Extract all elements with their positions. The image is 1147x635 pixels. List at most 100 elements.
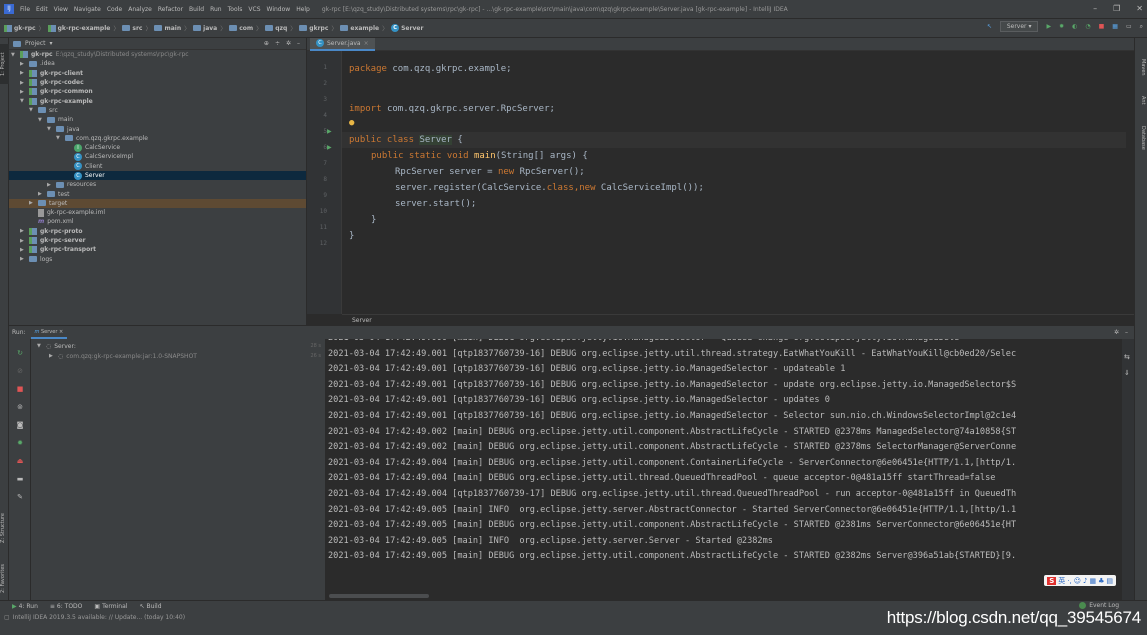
- favorites-tool-tab[interactable]: 2: Favorites: [0, 558, 9, 598]
- run-settings-gear-icon[interactable]: ✲: [1114, 329, 1119, 336]
- tree-item[interactable]: ▼ src: [9, 106, 306, 115]
- filter-icon[interactable]: ⊘: [16, 367, 24, 375]
- tree-item[interactable]: ▶ .idea: [9, 59, 306, 68]
- run-configuration-select[interactable]: Server ▾: [999, 21, 1039, 32]
- tree-item[interactable]: ▶ gk-rpc-codec: [9, 78, 306, 87]
- ime-language[interactable]: 英: [1058, 576, 1065, 586]
- expand-arrow-icon[interactable]: ▶: [20, 80, 26, 86]
- stop-icon[interactable]: ■: [1099, 23, 1105, 30]
- expand-arrow-icon[interactable]: ▶: [20, 70, 26, 76]
- menu-edit[interactable]: Edit: [36, 6, 48, 13]
- expand-arrow-icon[interactable]: ▶: [20, 228, 26, 234]
- locate-icon[interactable]: ⊕: [264, 40, 269, 47]
- debug-icon[interactable]: ✹: [1059, 23, 1064, 30]
- close-tab-icon[interactable]: ×: [364, 40, 369, 47]
- menu-view[interactable]: View: [54, 6, 68, 13]
- breadcrumb-com[interactable]: com: [229, 25, 253, 32]
- breadcrumb-module[interactable]: gk-rpc-example: [47, 24, 110, 32]
- editor-tab-server[interactable]: C Server.java ×: [310, 37, 375, 51]
- menu-build[interactable]: Build: [189, 6, 204, 13]
- bottom-tab-todo[interactable]: ≡ 6: TODO: [50, 603, 83, 610]
- bottom-tab-build[interactable]: ↖ Build: [139, 603, 161, 610]
- bottom-tab-terminal[interactable]: ▣ Terminal: [94, 603, 127, 610]
- layout-icon[interactable]: ▭: [1126, 23, 1132, 30]
- menu-window[interactable]: Window: [267, 6, 291, 13]
- close-icon[interactable]: ✕: [1136, 0, 1143, 18]
- menu-vcs[interactable]: VCS: [248, 6, 260, 13]
- expand-arrow-icon[interactable]: ▼: [29, 107, 35, 113]
- ime-emoji-icon[interactable]: ☺: [1074, 577, 1081, 585]
- breadcrumb-java[interactable]: java: [193, 25, 217, 32]
- breadcrumb-main[interactable]: main: [154, 25, 181, 32]
- breadcrumb-gkrpc[interactable]: gkrpc: [299, 25, 328, 32]
- tree-item[interactable]: I CalcService: [9, 143, 306, 152]
- tree-item[interactable]: ▶ gk-rpc-client: [9, 69, 306, 78]
- breadcrumb-server[interactable]: C Server: [391, 24, 423, 32]
- menu-help[interactable]: Help: [296, 6, 310, 13]
- maven-tool-tab[interactable]: Maven: [1137, 52, 1146, 82]
- tree-item[interactable]: C Client: [9, 162, 306, 171]
- tree-item[interactable]: ▶ logs: [9, 255, 306, 264]
- console-scrollbar[interactable]: ⇆ ⇓: [1122, 339, 1134, 601]
- breadcrumb-project[interactable]: gk-rpc: [4, 24, 36, 32]
- layout-toggle-icon[interactable]: ▬: [16, 475, 24, 483]
- expand-arrow-icon[interactable]: ▶: [20, 238, 26, 244]
- search-icon[interactable]: ⌕: [1140, 23, 1143, 31]
- menu-file[interactable]: File: [20, 6, 30, 13]
- expand-arrow-icon[interactable]: ▼: [20, 98, 26, 104]
- lightbulb-icon[interactable]: ●: [349, 118, 354, 128]
- hide-icon[interactable]: –: [297, 40, 300, 47]
- run-hide-icon[interactable]: –: [1125, 329, 1128, 336]
- expand-arrow-icon[interactable]: ▶: [29, 200, 35, 206]
- tree-item[interactable]: ▼ gk-rpc E:\qzq_study\Distributed systems…: [9, 50, 306, 59]
- menu-tools[interactable]: Tools: [228, 6, 243, 13]
- camera-icon[interactable]: ◙: [16, 421, 24, 429]
- tree-item[interactable]: ▶ resources: [9, 180, 306, 189]
- run-tree-server[interactable]: ▼ ◌ Server: 28 s: [31, 341, 325, 351]
- gutter-run-icon[interactable]: ▶: [327, 144, 332, 151]
- menu-run[interactable]: Run: [210, 6, 222, 13]
- tree-item[interactable]: ▶ target: [9, 198, 306, 209]
- run-tree-artifact[interactable]: ▶ ◌ com.qzq:gk-rpc-example:jar:1.0-SNAPSH…: [31, 351, 325, 361]
- tree-item[interactable]: gk-rpc-example.iml: [9, 208, 306, 217]
- tree-item[interactable]: m pom.xml: [9, 217, 306, 226]
- toggle-view-icon[interactable]: ⊚: [16, 403, 24, 411]
- collapse-icon[interactable]: ÷: [275, 40, 280, 47]
- code-area[interactable]: package com.qzq.gkrpc.example; import co…: [342, 51, 1126, 314]
- expand-arrow-icon[interactable]: ▶: [20, 61, 26, 67]
- menu-code[interactable]: Code: [107, 6, 122, 13]
- pin-icon[interactable]: ✎: [16, 493, 24, 501]
- tree-item[interactable]: ▶ gk-rpc-common: [9, 87, 306, 96]
- tree-item[interactable]: ▼ java: [9, 124, 306, 133]
- exit-icon[interactable]: ⏏: [16, 457, 24, 465]
- tree-item[interactable]: C Server: [9, 170, 306, 181]
- expand-arrow-icon[interactable]: ▶: [20, 89, 26, 95]
- run-icon[interactable]: ▶: [1046, 23, 1051, 30]
- structure-tool-tab[interactable]: Z: Structure: [0, 508, 9, 548]
- project-tool-tab[interactable]: 1: Project: [0, 44, 9, 84]
- expand-arrow-icon[interactable]: ▶: [20, 256, 26, 262]
- ime-mic-icon[interactable]: ♪: [1083, 577, 1087, 585]
- breadcrumb-src[interactable]: src: [122, 25, 142, 32]
- tree-item[interactable]: ▼ gk-rpc-example: [9, 96, 306, 105]
- profile-icon[interactable]: ◔: [1085, 23, 1090, 30]
- menu-refactor[interactable]: Refactor: [158, 6, 183, 13]
- scroll-end-icon[interactable]: ⇓: [1124, 369, 1130, 377]
- project-view-select[interactable]: Project: [25, 40, 46, 47]
- back-arrow-icon[interactable]: ↖: [987, 23, 992, 30]
- editor-breadcrumb[interactable]: Server: [342, 314, 1134, 325]
- tree-item[interactable]: ▼ com.qzq.gkrpc.example: [9, 134, 306, 143]
- stop-run-icon[interactable]: ■: [16, 385, 24, 393]
- console-output[interactable]: 2021-03-04 17:42:49.000 [main] DEBUG org…: [326, 339, 1122, 601]
- menu-navigate[interactable]: Navigate: [74, 6, 101, 13]
- ime-keyboard-icon[interactable]: ▦: [1089, 577, 1096, 585]
- expand-arrow-icon[interactable]: ▶: [20, 247, 26, 253]
- project-structure-icon[interactable]: ▦: [1112, 23, 1118, 30]
- tree-item[interactable]: ▶ test: [9, 189, 306, 198]
- ime-toolbar[interactable]: S 英 ·, ☺ ♪ ▦ ♣ ▤: [1044, 575, 1116, 586]
- tree-item[interactable]: C CalcServiceImpl: [9, 152, 306, 161]
- expand-arrow-icon[interactable]: ▶: [38, 191, 44, 197]
- coverage-icon[interactable]: ◐: [1072, 23, 1077, 30]
- tree-item[interactable]: ▶ gk-rpc-server: [9, 236, 306, 245]
- tree-item[interactable]: ▶ gk-rpc-transport: [9, 245, 306, 254]
